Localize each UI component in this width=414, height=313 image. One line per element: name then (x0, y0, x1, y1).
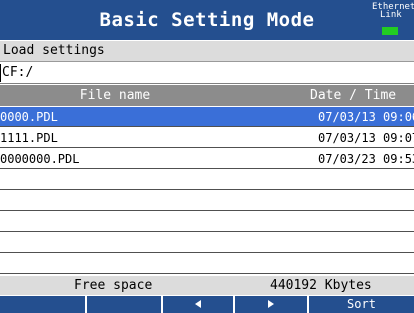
link-indicator-icon (382, 27, 398, 35)
file-name: 0000000.PDL (0, 152, 80, 166)
column-header-file-name[interactable]: File name (0, 85, 230, 106)
page-title: Basic Setting Mode (99, 9, 315, 31)
empty-row (0, 212, 414, 232)
empty-row (0, 191, 414, 211)
sort-button[interactable]: Sort (309, 296, 414, 313)
section-label: Load settings (0, 41, 414, 62)
title-bar: Basic Setting Mode Ethernet Link (0, 0, 414, 40)
link-label: Link (380, 10, 402, 20)
file-row[interactable]: 0000.PDL 07/03/13 09:06 (0, 107, 414, 127)
free-space-value: 440192 Kbytes (270, 278, 372, 293)
column-header-date-time[interactable]: Date / Time (310, 85, 396, 106)
file-row[interactable]: 1111.PDL 07/03/13 09:07 (0, 128, 414, 148)
right-arrow-icon (268, 299, 274, 308)
empty-row (0, 170, 414, 190)
softkey-2[interactable] (87, 296, 161, 313)
page-left-button[interactable] (163, 296, 233, 313)
file-name: 0000.PDL (0, 110, 58, 124)
softkey-1[interactable] (0, 296, 85, 313)
file-date: 07/03/23 09:53 (318, 152, 414, 166)
file-date: 07/03/13 09:06 (318, 110, 414, 124)
file-name: 1111.PDL (0, 131, 58, 145)
column-header: File name Date / Time (0, 85, 414, 106)
ethernet-status: Ethernet Link (372, 2, 414, 38)
free-space-label: Free space (74, 278, 153, 293)
page-right-button[interactable] (235, 296, 307, 313)
empty-row (0, 233, 414, 253)
file-date: 07/03/13 09:07 (318, 131, 414, 145)
path-field[interactable]: CF:/ (0, 62, 414, 84)
empty-row (0, 254, 414, 274)
left-arrow-icon (195, 299, 201, 308)
file-list[interactable]: 0000.PDL 07/03/13 09:06 1111.PDL 07/03/1… (0, 107, 414, 274)
file-row[interactable]: 0000000.PDL 07/03/23 09:53 (0, 149, 414, 169)
free-space-bar: Free space 440192 Kbytes (0, 276, 414, 295)
softkey-bar: Sort (0, 296, 414, 313)
